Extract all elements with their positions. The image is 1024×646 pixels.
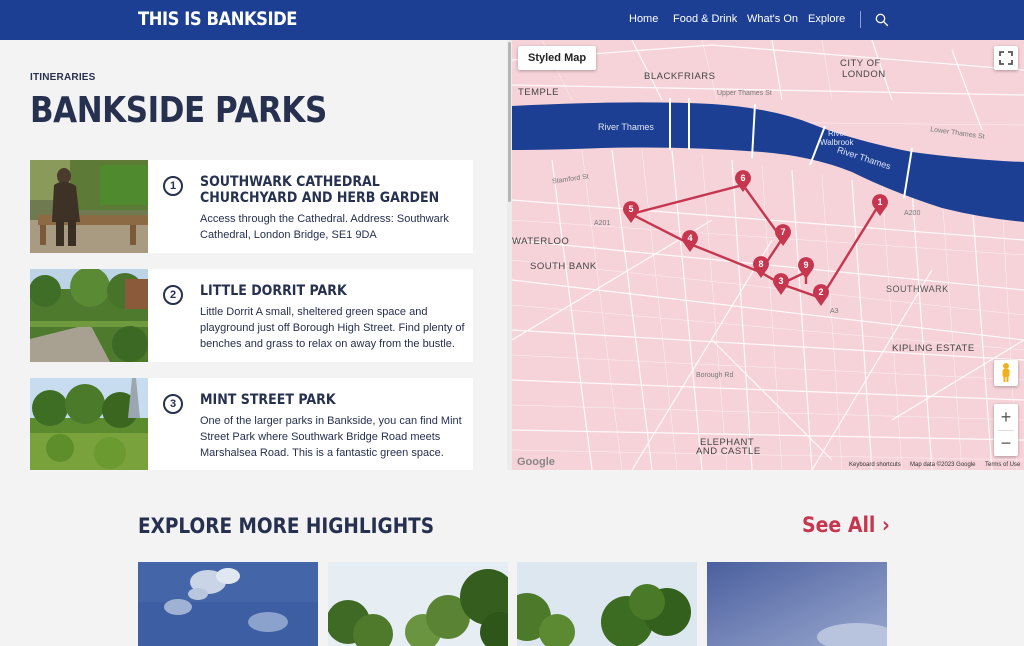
card-title[interactable]: LITTLE DORRIT PARK <box>200 283 441 299</box>
statue-photo <box>30 160 148 253</box>
map-label-kipling-estate: KIPLING ESTATE <box>892 343 975 354</box>
fullscreen-icon <box>999 51 1013 65</box>
keyboard-shortcuts-link[interactable]: Keyboard shortcuts <box>849 462 901 468</box>
zoom-out-button[interactable]: − <box>994 430 1018 456</box>
map-label-a200: A200 <box>904 210 921 217</box>
highlight-tile-3[interactable] <box>517 562 697 646</box>
highlight-tile-2[interactable] <box>328 562 508 646</box>
fullscreen-button[interactable] <box>994 46 1018 70</box>
map-label-a201: A201 <box>594 220 611 227</box>
stop-number-badge: 2 <box>163 285 183 305</box>
card-title[interactable]: SOUTHWARK CATHEDRAL CHURCHYARD AND HERB … <box>200 174 441 206</box>
itinerary-panel: ITINERARIES BANKSIDE PARKS 1 SOUTHWARK C… <box>0 40 508 470</box>
site-logo[interactable]: THIS IS BANKSIDE <box>138 8 297 30</box>
nav-food-drink[interactable]: Food & Drink <box>673 13 737 25</box>
map-label-walbrook: Walbrook <box>820 138 854 147</box>
zoom-controls: + − <box>994 404 1018 456</box>
itinerary-card-3[interactable]: 3 MINT STREET PARK One of the larger par… <box>30 378 473 470</box>
map-label-river-walbrook: River <box>828 129 847 138</box>
itinerary-map[interactable]: 1 2 3 4 5 6 7 8 9 BLACKFRIARS CITY OF LO… <box>512 40 1024 470</box>
nav-whats-on[interactable]: What's On <box>747 13 798 25</box>
svg-text:8: 8 <box>758 259 763 269</box>
explore-section-title: EXPLORE MORE HIGHLIGHTS <box>138 514 435 538</box>
map-label-southwark: SOUTHWARK <box>886 284 949 294</box>
map-label-a3: A3 <box>830 308 839 315</box>
map-marker-5[interactable]: 5 <box>623 201 639 223</box>
panel-scrollbar-thumb[interactable] <box>508 42 511 202</box>
map-canvas[interactable]: 1 2 3 4 5 6 7 8 9 <box>512 40 1024 470</box>
svg-text:9: 9 <box>803 260 808 270</box>
highlight-tile-1[interactable] <box>138 562 318 646</box>
route-line <box>630 183 882 300</box>
map-label-and-castle: AND CASTLE <box>696 446 761 457</box>
itinerary-card-1[interactable]: 1 SOUTHWARK CATHEDRAL CHURCHYARD AND HER… <box>30 160 473 253</box>
section-eyebrow: ITINERARIES <box>30 72 96 83</box>
map-label-city-of-london-2: LONDON <box>842 69 886 80</box>
svg-text:2: 2 <box>818 287 823 297</box>
map-marker-7[interactable]: 7 <box>775 224 791 246</box>
park-photo <box>30 378 148 470</box>
map-data-attribution: Map data ©2023 Google <box>910 462 976 468</box>
map-label-waterloo: WATERLOO <box>512 236 570 247</box>
google-logo[interactable]: Google <box>517 456 555 468</box>
map-label-temple: TEMPLE <box>518 87 560 98</box>
highlight-tile-4[interactable] <box>707 562 887 646</box>
nav-divider <box>860 11 861 28</box>
svg-text:4: 4 <box>687 233 692 243</box>
card-description: One of the larger parks in Bankside, you… <box>200 415 462 459</box>
map-label-river-thames: River Thames <box>598 122 654 132</box>
search-icon[interactable] <box>874 12 890 28</box>
svg-text:5: 5 <box>628 204 633 214</box>
card-description: Access through the Cathedral. Address: S… <box>200 213 449 241</box>
map-label-city-of-london: CITY OF <box>840 58 881 69</box>
itinerary-card-2[interactable]: 2 LITTLE DORRIT PARK Little Dorrit A sma… <box>30 269 473 362</box>
top-navigation-bar: THIS IS BANKSIDE Home Food & Drink What'… <box>0 0 1024 40</box>
map-label-blackfriars: BLACKFRIARS <box>644 71 716 82</box>
card-description: Little Dorrit A small, sheltered green s… <box>200 306 465 350</box>
svg-text:3: 3 <box>778 276 783 286</box>
styled-map-button[interactable]: Styled Map <box>518 46 597 70</box>
terms-of-use-link[interactable]: Terms of Use <box>985 462 1020 468</box>
card-title[interactable]: MINT STREET PARK <box>200 392 441 408</box>
pegman-icon <box>1002 363 1010 382</box>
stop-number-badge: 3 <box>163 394 183 414</box>
stop-number-badge: 1 <box>163 176 183 196</box>
svg-text:6: 6 <box>740 173 745 183</box>
map-marker-2[interactable]: 2 <box>813 284 829 306</box>
map-label-upper-thames-st: Upper Thames St <box>717 90 772 97</box>
map-label-borough-rd: Borough Rd <box>696 372 734 379</box>
map-label-south-bank: SOUTH BANK <box>530 261 597 272</box>
see-all-link[interactable]: See All › <box>802 513 890 537</box>
map-marker-4[interactable]: 4 <box>682 230 698 252</box>
svg-text:1: 1 <box>877 197 882 207</box>
map-marker-3[interactable]: 3 <box>773 273 789 295</box>
park-photo <box>30 269 148 362</box>
zoom-in-button[interactable]: + <box>994 404 1018 430</box>
map-marker-6[interactable]: 6 <box>735 170 751 192</box>
page-title: BANKSIDE PARKS <box>30 90 327 131</box>
svg-text:7: 7 <box>780 227 785 237</box>
street-view-pegman[interactable] <box>994 360 1018 386</box>
nav-home[interactable]: Home <box>629 13 658 25</box>
nav-explore[interactable]: Explore <box>808 13 845 25</box>
